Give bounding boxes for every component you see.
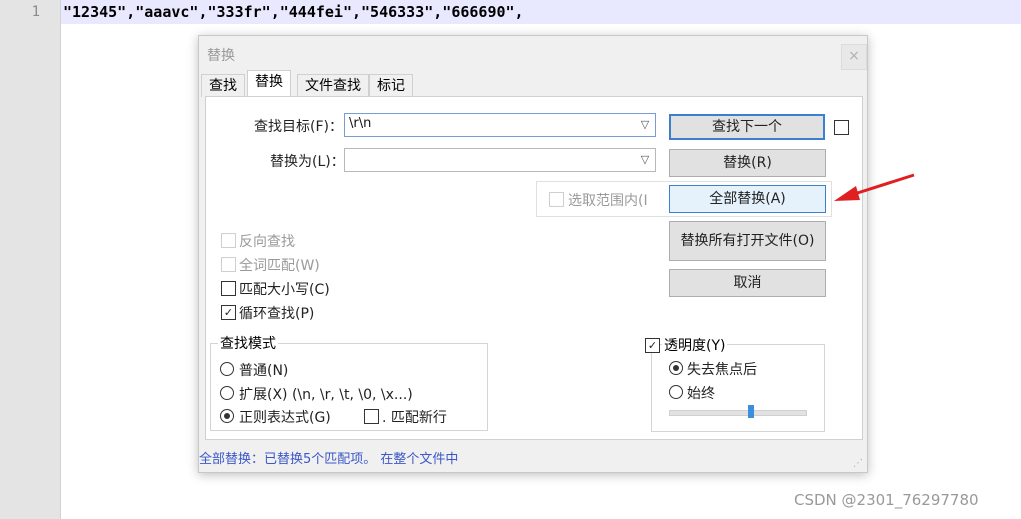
red-arrow-annotation [834, 173, 915, 201]
cancel-button[interactable]: 取消 [669, 269, 826, 297]
line-number-gutter: 1 [0, 0, 61, 519]
replace-dialog: 替换 × 查找 替换 文件查找 标记 查找目标(F)： \r\n ▽ 替换为(L… [198, 35, 868, 473]
find-what-label: 查找目标(F)： [254, 119, 343, 135]
wrap-around-label: 循环查找(P) [239, 306, 315, 322]
regex-label: 正则表达式(G) [239, 410, 331, 426]
line-text: "12345","aaavc","333fr","444fei","546333… [63, 3, 524, 21]
search-mode-title: 查找模式 [218, 333, 278, 353]
always-radio[interactable] [669, 385, 683, 399]
chevron-down-icon[interactable]: ▽ [638, 151, 652, 169]
transparency-title: 透明度(Y) [662, 335, 728, 355]
find-what-combobox[interactable]: \r\n ▽ [344, 113, 656, 137]
replace-with-label: 替换为(L)： [270, 154, 345, 170]
tab-find-in-files[interactable]: 文件查找 [297, 74, 369, 97]
replace-with-combobox[interactable]: ▽ [344, 148, 656, 172]
backward-label: 反向查找 [239, 234, 295, 250]
replace-all-open-files-button[interactable]: 替换所有打开文件(O) [669, 221, 826, 261]
on-lose-focus-radio[interactable] [669, 361, 683, 375]
radio-selected-dot [224, 413, 230, 419]
find-next-button[interactable]: 查找下一个 [669, 114, 825, 140]
normal-radio[interactable] [220, 362, 234, 376]
radio-selected-dot [673, 365, 679, 371]
tab-find[interactable]: 查找 [201, 74, 245, 97]
regex-radio[interactable] [220, 409, 234, 423]
tab-mark[interactable]: 标记 [369, 74, 413, 97]
auxiliary-checkbox[interactable] [834, 120, 849, 135]
match-case-label: 匹配大小写(C) [239, 282, 330, 298]
dot-newline-label: . 匹配新行 [382, 410, 447, 426]
replace-panel: 查找目标(F)： \r\n ▽ 替换为(L)： ▽ 选取范围内(I 反向查找 全… [205, 96, 863, 440]
line-number: 1 [31, 4, 40, 20]
whole-word-checkbox[interactable] [221, 257, 236, 272]
resize-grip-icon[interactable]: ⋰ [853, 458, 863, 469]
tab-replace[interactable]: 替换 [247, 70, 291, 98]
close-button[interactable]: × [841, 44, 867, 70]
extended-radio[interactable] [220, 386, 234, 400]
in-selection-checkbox[interactable] [549, 192, 564, 207]
find-what-value: \r\n [349, 116, 372, 131]
normal-label: 普通(N) [239, 363, 289, 379]
extended-label: 扩展(X) (\n, \r, \t, \0, \x...) [239, 387, 413, 403]
replace-all-button[interactable]: 全部替换(A) [669, 185, 826, 213]
in-selection-label: 选取范围内(I [568, 193, 648, 209]
status-message: 全部替换：已替换5个匹配项。 在整个文件中 [199, 452, 459, 467]
always-label: 始终 [687, 386, 715, 402]
on-lose-focus-label: 失去焦点后 [687, 362, 757, 378]
transparency-checkbox[interactable]: ✓ [645, 338, 660, 353]
watermark: CSDN @2301_76297780 [794, 491, 979, 509]
dialog-title: 替换 [207, 48, 235, 64]
transparency-slider-track[interactable] [669, 410, 807, 416]
backward-checkbox[interactable] [221, 233, 236, 248]
dot-newline-checkbox[interactable] [364, 409, 379, 424]
match-case-checkbox[interactable] [221, 281, 236, 296]
arrow-head-icon [834, 186, 860, 201]
current-line[interactable]: "12345","aaavc","333fr","444fei","546333… [61, 0, 1021, 24]
replace-button[interactable]: 替换(R) [669, 149, 826, 177]
wrap-around-checkbox[interactable]: ✓ [221, 305, 236, 320]
chevron-down-icon[interactable]: ▽ [638, 116, 652, 134]
transparency-slider-thumb[interactable] [747, 405, 754, 418]
whole-word-label: 全词匹配(W) [239, 258, 320, 274]
